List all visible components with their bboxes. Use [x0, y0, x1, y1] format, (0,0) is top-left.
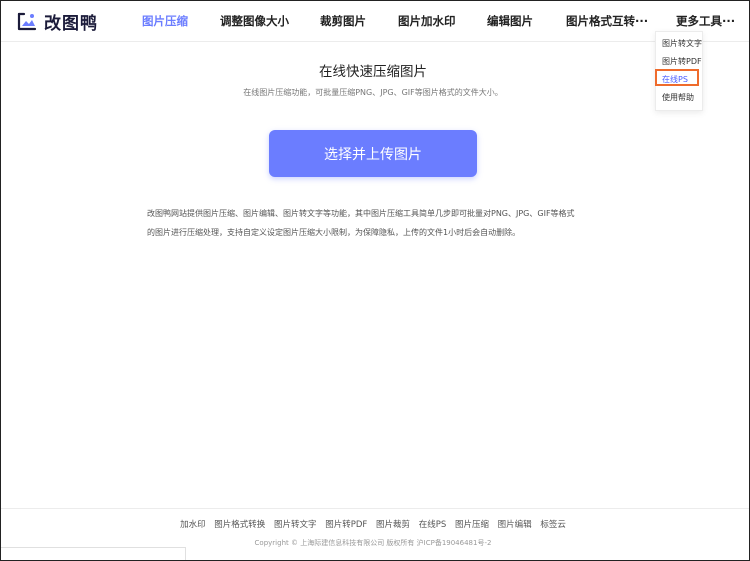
footer-link-image-to-text[interactable]: 图片转文字 — [274, 520, 317, 530]
page-subtitle: 在线图片压缩功能，可批量压缩PNG、JPG、GIF等图片格式的文件大小。 — [243, 88, 503, 97]
nav-crop-image[interactable]: 裁剪图片 — [320, 13, 366, 29]
nav-more-tools[interactable]: 更多工具··· — [676, 13, 735, 29]
nav-edit-image[interactable]: 编辑图片 — [487, 13, 533, 29]
page-title: 在线快速压缩图片 — [319, 64, 427, 80]
dropdown-item-online-ps[interactable]: 在线PS — [662, 74, 688, 85]
logo[interactable]: 改图鸭 — [16, 9, 98, 34]
description: 改图鸭网站提供图片压缩、图片编辑、图片转文字等功能，其中图片压缩工具简单几步即可… — [147, 204, 607, 242]
nav-image-compress[interactable]: 图片压缩 — [142, 13, 188, 29]
dropdown-item-image-to-pdf[interactable]: 图片转PDF — [662, 56, 702, 67]
footer-links: 加水印 图片格式转换 图片转文字 图片转PDF 图片裁剪 在线PS 图片压缩 图… — [0, 518, 746, 530]
bottom-left-panel — [0, 547, 186, 561]
footer-link-watermark[interactable]: 加水印 — [180, 520, 206, 530]
footer-divider — [0, 508, 750, 509]
nav-format-convert[interactable]: 图片格式互转··· — [566, 13, 648, 29]
dropdown-item-image-to-text[interactable]: 图片转文字 — [662, 38, 702, 49]
footer-link-online-ps[interactable]: 在线PS — [419, 520, 447, 530]
nav-resize-image[interactable]: 调整图像大小 — [220, 13, 289, 29]
upload-image-button[interactable]: 选择并上传图片 — [269, 130, 477, 177]
description-line-1: 改图鸭网站提供图片压缩、图片编辑、图片转文字等功能，其中图片压缩工具简单几步即可… — [147, 209, 575, 218]
logo-image-icon — [17, 12, 37, 31]
description-line-2: 的图片进行压缩处理，支持自定义设定图片压缩大小限制，为保障隐私，上传的文件1小时… — [147, 228, 521, 237]
more-tools-dropdown: 图片转文字 图片转PDF 在线PS 使用帮助 — [655, 31, 703, 111]
footer-link-edit[interactable]: 图片编辑 — [498, 520, 532, 530]
nav-watermark[interactable]: 图片加水印 — [398, 13, 456, 29]
footer-link-tag-cloud[interactable]: 标签云 — [540, 520, 566, 530]
top-header: 改图鸭 图片压缩 调整图像大小 裁剪图片 图片加水印 编辑图片 图片格式互转··… — [0, 0, 750, 42]
window-frame — [0, 0, 750, 561]
footer-link-crop[interactable]: 图片裁剪 — [376, 520, 410, 530]
brand-name: 改图鸭 — [44, 13, 98, 34]
footer-link-image-to-pdf[interactable]: 图片转PDF — [325, 520, 367, 530]
dropdown-item-help[interactable]: 使用帮助 — [662, 92, 694, 103]
footer-link-format-convert[interactable]: 图片格式转换 — [214, 520, 265, 530]
footer-link-compress[interactable]: 图片压缩 — [455, 520, 489, 530]
